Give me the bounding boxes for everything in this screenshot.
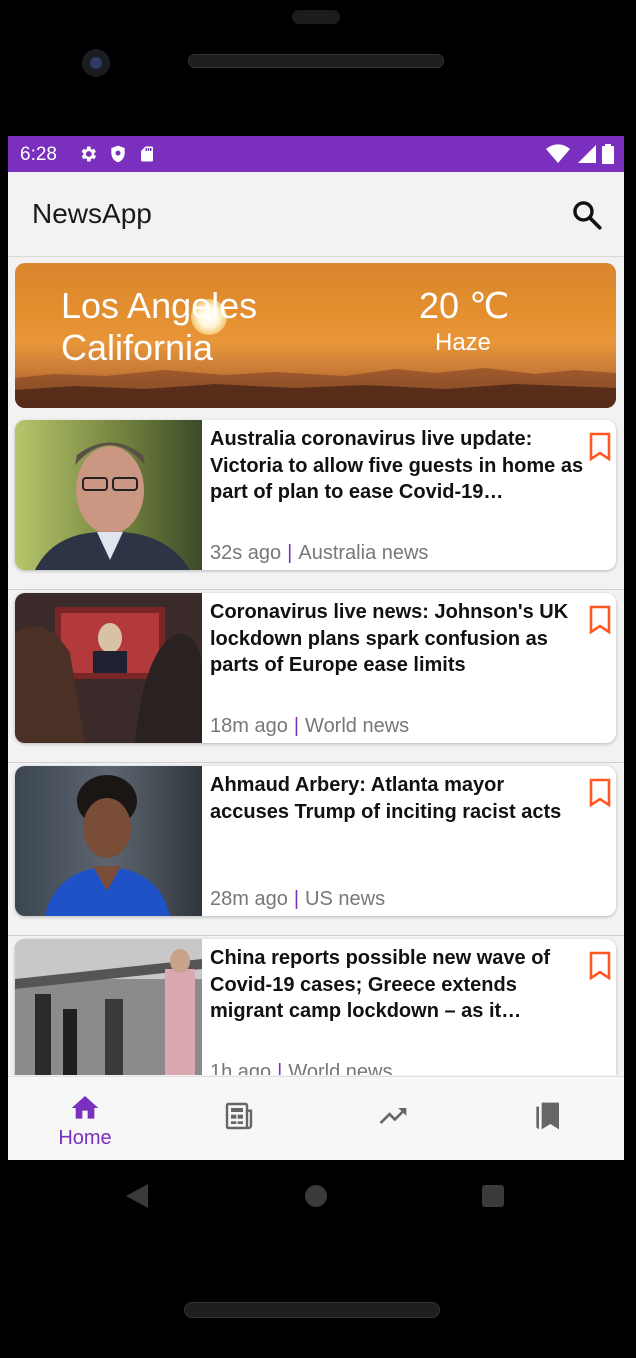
- earpiece-speaker: [188, 54, 444, 68]
- news-card[interactable]: Coronavirus live news: Johnson's UK lock…: [15, 593, 616, 743]
- app-bar: NewsApp: [8, 172, 624, 257]
- trending-icon: [379, 1108, 407, 1124]
- news-card[interactable]: China reports possible new wave of Covid…: [15, 939, 616, 1075]
- news-meta: 1h ago | World news: [210, 1061, 393, 1075]
- device-frame: 6:28 NewsApp Los Angeles California 20 ℃…: [0, 0, 636, 1358]
- nav-home[interactable]: Home: [8, 1077, 162, 1160]
- news-title: China reports possible new wave of Covid…: [210, 947, 551, 1022]
- shield-icon: [111, 145, 125, 163]
- nav-home-label: Home: [58, 1127, 112, 1149]
- meta-separator: |: [293, 715, 300, 737]
- system-navigation: [0, 1160, 636, 1230]
- weather-temperature: 20 ℃: [419, 285, 510, 326]
- news-thumbnail: [15, 939, 202, 1075]
- news-item[interactable]: Coronavirus live news: Johnson's UK lock…: [8, 589, 624, 763]
- bottom-navigation: Home: [8, 1076, 624, 1160]
- nav-trending[interactable]: [316, 1077, 470, 1160]
- screen: 6:28 NewsApp Los Angeles California 20 ℃…: [8, 136, 624, 1160]
- battery-icon: [602, 144, 614, 164]
- news-time: 1h ago: [210, 1061, 272, 1075]
- news-meta: 18m ago | World news: [210, 715, 409, 738]
- weather-condition: Haze: [435, 329, 492, 356]
- bookmark-icon[interactable]: [588, 432, 612, 462]
- news-section: Australia news: [298, 542, 429, 564]
- weather-region: California: [61, 327, 214, 368]
- status-icons-left: [78, 144, 156, 164]
- bookmark-icon[interactable]: [588, 605, 612, 635]
- news-item[interactable]: Australia coronavirus live update: Victo…: [8, 416, 624, 590]
- news-title: Coronavirus live news: Johnson's UK lock…: [210, 601, 569, 676]
- bottom-speaker: [184, 1302, 440, 1318]
- news-feed[interactable]: Los Angeles California 20 ℃ Haze Austral…: [8, 257, 624, 1075]
- news-title: Ahmaud Arbery: Atlanta mayor accuses Tru…: [210, 774, 562, 823]
- front-camera: [82, 49, 110, 77]
- home-button-icon[interactable]: [305, 1185, 327, 1207]
- camera-notch: [292, 10, 340, 24]
- newspaper-icon: [225, 1102, 253, 1130]
- meta-separator: |: [293, 888, 300, 910]
- weather-location: Los Angeles California: [61, 285, 257, 369]
- news-item[interactable]: Ahmaud Arbery: Atlanta mayor accuses Tru…: [8, 762, 624, 936]
- news-meta: 28m ago | US news: [210, 888, 385, 911]
- status-time: 6:28: [20, 144, 57, 165]
- back-icon[interactable]: [126, 1184, 148, 1208]
- search-icon[interactable]: [570, 198, 604, 232]
- app-title: NewsApp: [32, 198, 152, 229]
- home-icon: [71, 1096, 99, 1119]
- nav-headlines[interactable]: [162, 1077, 316, 1160]
- meta-separator: |: [277, 1061, 283, 1075]
- bookmarks-icon: [536, 1102, 559, 1130]
- signal-icon: [578, 145, 596, 163]
- weather-card[interactable]: Los Angeles California 20 ℃ Haze: [15, 263, 616, 408]
- news-card[interactable]: Ahmaud Arbery: Atlanta mayor accuses Tru…: [15, 766, 616, 916]
- bookmark-icon[interactable]: [588, 778, 612, 808]
- news-thumbnail: [15, 593, 202, 743]
- nav-bookmarks[interactable]: [470, 1077, 624, 1160]
- news-item[interactable]: China reports possible new wave of Covid…: [8, 935, 624, 1075]
- news-thumbnail: [15, 420, 202, 570]
- bookmark-icon[interactable]: [588, 951, 612, 981]
- news-time: 28m ago: [210, 888, 288, 910]
- weather-city: Los Angeles: [61, 285, 258, 326]
- news-thumbnail: [15, 766, 202, 916]
- wifi-icon: [546, 144, 570, 163]
- news-meta: 32s ago | Australia news: [210, 542, 428, 565]
- sd-card-icon: [141, 146, 153, 162]
- status-icons-right: [546, 144, 614, 164]
- news-title: Australia coronavirus live update: Victo…: [210, 428, 584, 503]
- news-section: World news: [288, 1061, 393, 1075]
- news-section: World news: [305, 715, 410, 737]
- news-time: 18m ago: [210, 715, 288, 737]
- recent-apps-icon[interactable]: [482, 1185, 504, 1207]
- gear-icon: [81, 146, 96, 162]
- news-card[interactable]: Australia coronavirus live update: Victo…: [15, 420, 616, 570]
- news-section: US news: [305, 888, 386, 910]
- news-time: 32s ago: [210, 542, 282, 564]
- meta-separator: |: [287, 542, 293, 564]
- status-bar: 6:28: [8, 136, 624, 172]
